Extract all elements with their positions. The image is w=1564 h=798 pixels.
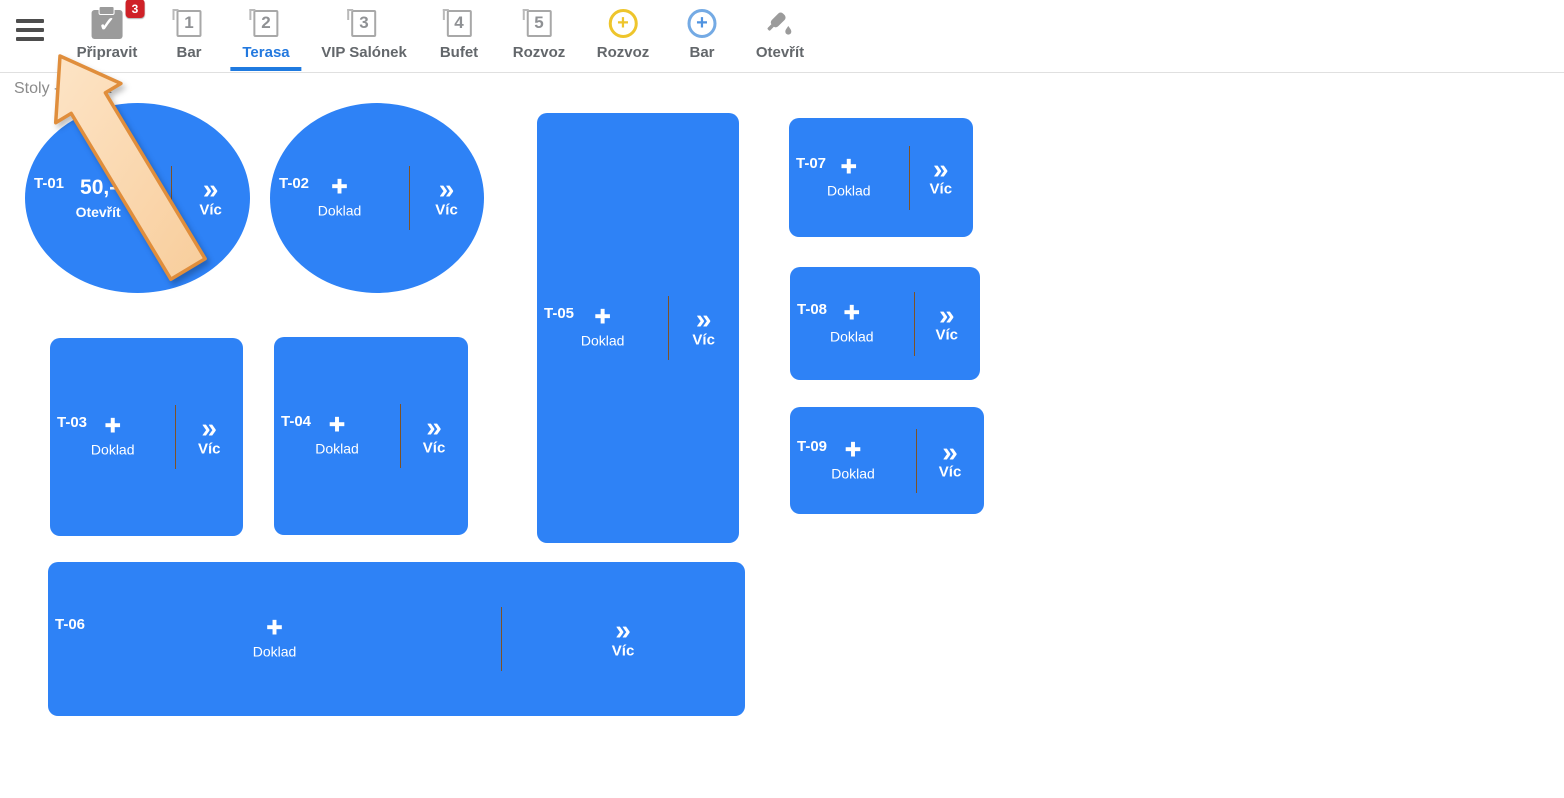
- plus-icon: ✚: [104, 417, 121, 437]
- plus-icon: ✚: [331, 178, 348, 198]
- doklad-button[interactable]: ✚ Doklad: [790, 303, 914, 344]
- tab-label: Rozvoz: [513, 44, 566, 61]
- plus-icon: ✚: [594, 308, 611, 328]
- button-new-rozvoz[interactable]: + Rozvoz: [585, 0, 662, 72]
- more-button[interactable]: » Víc: [409, 178, 484, 219]
- chevron-double-right-icon: »: [426, 416, 442, 440]
- open-amount: 50,-: [80, 176, 116, 199]
- clipboard-check-icon: ✓ 3: [91, 10, 122, 39]
- tab-bar-1[interactable]: 1 Bar: [164, 0, 213, 72]
- doklad-button[interactable]: ✚ Doklad: [537, 308, 668, 349]
- more-button[interactable]: » Víc: [400, 416, 468, 457]
- chevron-double-right-icon: »: [201, 417, 217, 441]
- chevron-double-right-icon: »: [696, 308, 712, 332]
- tab-terasa[interactable]: 2 Terasa: [230, 0, 301, 72]
- table-T-07[interactable]: T-07 ✚ Doklad » Víc: [789, 118, 973, 237]
- number-1-icon: 1: [176, 10, 201, 37]
- plus-icon: ✚: [266, 619, 283, 639]
- more-button[interactable]: » Víc: [668, 308, 739, 349]
- tab-label: Připravit: [77, 44, 138, 61]
- tab-label: Bar: [176, 44, 201, 61]
- more-button[interactable]: » Víc: [909, 157, 973, 198]
- table-T-05[interactable]: T-05 ✚ Doklad » Víc: [537, 113, 739, 543]
- tab-label: Terasa: [242, 44, 289, 61]
- doklad-button[interactable]: ✚ Doklad: [50, 417, 175, 458]
- number-5-icon: 5: [527, 10, 552, 37]
- plus-circle-blue-icon: +: [688, 9, 717, 38]
- number-4-icon: 4: [446, 10, 471, 37]
- menu-button[interactable]: [16, 17, 46, 47]
- tab-label: VIP Salónek: [321, 44, 407, 61]
- more-button[interactable]: » Víc: [501, 619, 745, 660]
- plus-circle-yellow-icon: +: [609, 9, 638, 38]
- chevron-double-right-icon: »: [942, 440, 958, 464]
- topbar: ✓ 3 Připravit 1 Bar 2 Terasa 3 VIP Salón…: [0, 0, 1564, 73]
- tab-vip-salonek[interactable]: 3 VIP Salónek: [309, 0, 419, 72]
- button-new-bar[interactable]: + Bar: [676, 0, 729, 72]
- chevron-double-right-icon: »: [203, 178, 219, 202]
- pos-app: ✓ 3 Připravit 1 Bar 2 Terasa 3 VIP Salón…: [0, 0, 1564, 798]
- table-T-09[interactable]: T-09 ✚ Doklad » Víc: [790, 407, 984, 514]
- chevron-double-right-icon: »: [615, 619, 631, 643]
- chevron-double-right-icon: »: [933, 157, 949, 181]
- hamburger-icon: [16, 19, 44, 23]
- bottle-icon: [764, 8, 796, 38]
- doklad-button[interactable]: ✚ Doklad: [790, 440, 916, 481]
- more-button[interactable]: » Víc: [916, 440, 984, 481]
- tab-label: Otevřít: [756, 44, 804, 61]
- plus-icon: ✚: [329, 416, 346, 436]
- table-T-08[interactable]: T-08 ✚ Doklad » Víc: [790, 267, 980, 380]
- more-button[interactable]: » Víc: [171, 178, 250, 219]
- table-T-06[interactable]: T-06 ✚ Doklad » Víc: [48, 562, 745, 716]
- tab-pripravit[interactable]: ✓ 3 Připravit: [65, 0, 150, 72]
- plus-icon: ✚: [845, 440, 862, 460]
- number-2-icon: 2: [253, 10, 278, 37]
- tab-label: Rozvoz: [597, 44, 650, 61]
- tab-bufet[interactable]: 4 Bufet: [428, 0, 490, 72]
- table-T-03[interactable]: T-03 ✚ Doklad » Víc: [50, 338, 243, 536]
- doklad-button[interactable]: ✚ Doklad: [274, 416, 400, 457]
- open-label: Otevřít: [76, 204, 121, 220]
- tab-label: Bar: [689, 44, 714, 61]
- breadcrumb: Stoly - Terasa: [14, 80, 112, 98]
- doklad-button[interactable]: ✚ Doklad: [48, 619, 501, 660]
- more-button[interactable]: » Víc: [914, 303, 981, 344]
- doklad-button[interactable]: ✚ Doklad: [789, 157, 909, 198]
- table-T-01[interactable]: T-01 50,- Otevřít » Víc: [25, 103, 250, 293]
- tab-label: Bufet: [440, 44, 478, 61]
- button-otevrit[interactable]: Otevřít: [744, 0, 816, 72]
- plus-icon: ✚: [843, 303, 860, 323]
- doklad-button[interactable]: ✚ Doklad: [270, 178, 409, 219]
- more-button[interactable]: » Víc: [175, 417, 243, 458]
- chevron-double-right-icon: »: [939, 303, 955, 327]
- chevron-double-right-icon: »: [439, 178, 455, 202]
- tab-rozvoz-5[interactable]: 5 Rozvoz: [501, 0, 578, 72]
- plus-icon: ✚: [840, 157, 857, 177]
- table-T-04[interactable]: T-04 ✚ Doklad » Víc: [274, 337, 468, 535]
- table-open-info[interactable]: 50,- Otevřít: [25, 176, 171, 220]
- notification-badge: 3: [125, 0, 144, 18]
- table-T-02[interactable]: T-02 ✚ Doklad » Víc: [270, 103, 484, 293]
- number-3-icon: 3: [351, 10, 376, 37]
